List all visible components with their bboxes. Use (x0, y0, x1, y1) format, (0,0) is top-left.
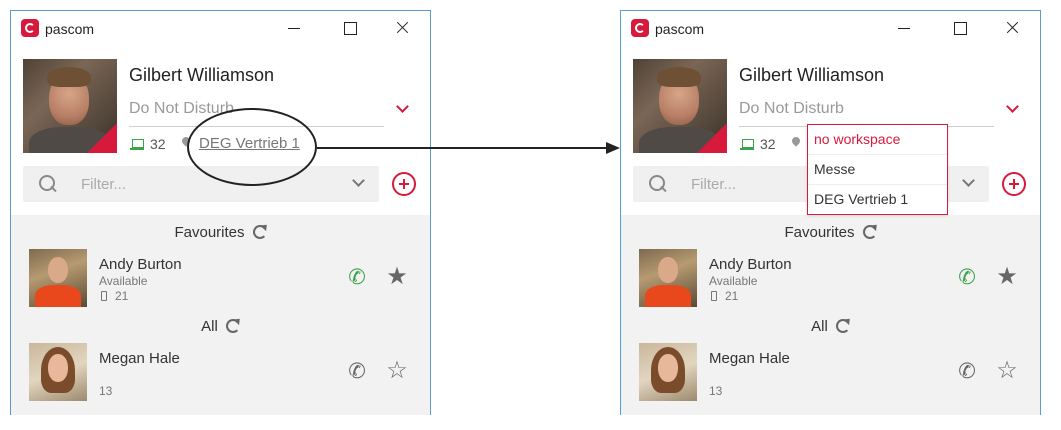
phone-small-icon (711, 291, 717, 301)
contact-row-andy-burton[interactable]: Andy Burton Available 21 ✆ ★ (11, 249, 430, 311)
all-label: All (811, 318, 828, 335)
user-extension: 32 (150, 136, 166, 152)
search-icon (39, 175, 57, 193)
star-filled-icon[interactable]: ★ (385, 265, 409, 289)
presence-status[interactable]: Do Not Disturb (739, 100, 844, 118)
contact-status: Available (709, 274, 758, 288)
filter-chevron-down-icon[interactable] (351, 176, 367, 190)
minimize-button[interactable] (284, 18, 304, 38)
laptop-icon (130, 139, 144, 150)
dnd-status-corner (697, 123, 727, 153)
refresh-icon[interactable] (225, 319, 240, 333)
refresh-icon[interactable] (252, 225, 267, 239)
maximize-button[interactable] (340, 18, 360, 38)
refresh-icon[interactable] (835, 319, 850, 333)
contact-row-andy-burton[interactable]: Andy Burton Available 21 ✆ ★ (621, 249, 1040, 311)
phone-icon[interactable]: ✆ (345, 360, 369, 384)
app-title: pascom (45, 21, 95, 37)
maximize-button[interactable] (950, 18, 970, 38)
user-extension: 32 (760, 136, 776, 152)
workspace-dropdown: no workspace Messe DEG Vertrieb 1 (807, 124, 948, 215)
favourites-header: Favourites (621, 224, 1040, 241)
workspace-option-no-workspace[interactable]: no workspace (814, 131, 900, 147)
all-header: All (621, 318, 1040, 335)
contact-row-megan-hale[interactable]: Megan Hale 13 ✆ ☆ (11, 343, 430, 405)
pascom-window-after: pascom Gilbert Williamson Do Not Disturb… (620, 10, 1041, 415)
dropdown-divider (808, 184, 947, 185)
contact-row-megan-hale[interactable]: Megan Hale 13 ✆ ☆ (621, 343, 1040, 405)
pascom-logo-icon (21, 19, 39, 37)
contact-extension: 21 (725, 289, 739, 303)
contact-name: Andy Burton (99, 256, 182, 273)
workspace-option-messe[interactable]: Messe (814, 161, 855, 177)
contact-extension: 21 (115, 289, 129, 303)
arrow-right-icon (606, 142, 620, 154)
minimize-button[interactable] (894, 18, 914, 38)
pascom-logo-icon (631, 19, 649, 37)
phone-icon[interactable]: ✆ (345, 266, 369, 290)
close-button[interactable] (1002, 18, 1022, 38)
app-title: pascom (655, 21, 705, 37)
add-contact-button[interactable] (1002, 172, 1026, 196)
contact-extension: 13 (99, 384, 113, 398)
pascom-window-before: pascom Gilbert Williamson Do Not Disturb… (10, 10, 431, 415)
star-filled-icon[interactable]: ★ (995, 265, 1019, 289)
title-bar: pascom (11, 11, 430, 45)
dropdown-divider (808, 154, 947, 155)
contact-name: Megan Hale (709, 350, 790, 367)
avatar (29, 343, 87, 401)
user-name: Gilbert Williamson (129, 65, 275, 85)
all-label: All (201, 318, 218, 335)
contact-name: Andy Burton (709, 256, 792, 273)
chevron-down-icon[interactable] (395, 101, 411, 117)
filter-chevron-down-icon[interactable] (961, 176, 977, 190)
star-outline-icon[interactable]: ☆ (995, 359, 1019, 383)
avatar (639, 249, 697, 307)
contact-list: Favourites Andy Burton Available 21 ✆ ★ … (11, 215, 430, 415)
highlight-ellipse (187, 108, 317, 186)
contact-list: Favourites Andy Burton Available 21 ✆ ★ … (621, 215, 1040, 415)
star-outline-icon[interactable]: ☆ (385, 359, 409, 383)
all-header: All (11, 318, 430, 335)
favourites-label: Favourites (784, 224, 855, 241)
close-button[interactable] (392, 18, 412, 38)
refresh-icon[interactable] (862, 225, 877, 239)
laptop-icon (740, 139, 754, 150)
favourites-label: Favourites (174, 224, 245, 241)
contact-extension: 13 (709, 384, 723, 398)
profile-avatar[interactable] (633, 59, 727, 153)
dnd-status-corner (87, 123, 117, 153)
phone-small-icon (101, 291, 107, 301)
phone-icon[interactable]: ✆ (955, 266, 979, 290)
search-icon (649, 175, 667, 193)
workspace-option-deg-vertrieb-1[interactable]: DEG Vertrieb 1 (814, 191, 908, 207)
arrow-line (317, 147, 607, 149)
avatar (639, 343, 697, 401)
location-pin-icon (790, 135, 802, 147)
phone-icon[interactable]: ✆ (955, 360, 979, 384)
chevron-down-icon[interactable] (1005, 101, 1021, 117)
add-contact-button[interactable] (392, 172, 416, 196)
user-name: Gilbert Williamson (739, 65, 885, 85)
title-bar: pascom (621, 11, 1040, 45)
contact-status: Available (99, 274, 148, 288)
profile-avatar[interactable] (23, 59, 117, 153)
favourites-header: Favourites (11, 224, 430, 241)
avatar (29, 249, 87, 307)
contact-name: Megan Hale (99, 350, 180, 367)
